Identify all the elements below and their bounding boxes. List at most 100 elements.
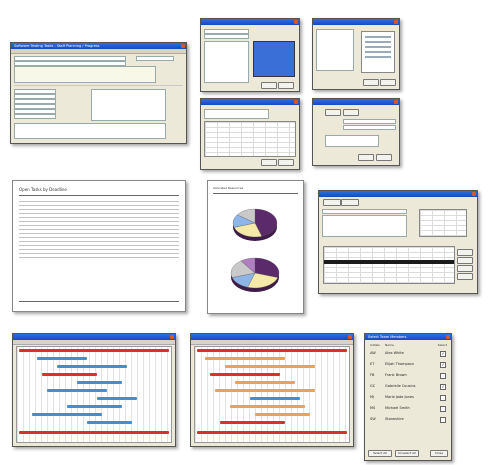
effort-field[interactable] (14, 114, 56, 119)
roles-grid[interactable] (419, 209, 467, 237)
gantt-bar[interactable] (220, 421, 285, 424)
close-button[interactable] (457, 273, 473, 280)
cancel-button[interactable] (376, 154, 392, 161)
assignment-table[interactable] (91, 89, 166, 121)
gantt-bar[interactable] (210, 373, 280, 376)
member-select-checkbox[interactable] (440, 417, 446, 423)
add-button[interactable] (457, 249, 473, 256)
option-field[interactable] (204, 34, 249, 39)
gantt-bar[interactable] (19, 349, 169, 352)
ok-button[interactable] (261, 159, 277, 166)
member-select-checkbox[interactable]: ✓ (440, 362, 446, 368)
gantt-bar[interactable] (97, 397, 137, 400)
team-member-row[interactable]: MS Michael Smith (369, 405, 447, 412)
gantt-chart-thumbnail-2[interactable] (190, 333, 354, 447)
gantt-bar[interactable] (235, 381, 295, 384)
member-select-checkbox[interactable] (440, 406, 446, 412)
close-button[interactable]: Close (430, 450, 448, 457)
options-dialog-thumbnail[interactable] (312, 98, 400, 166)
members-list[interactable] (322, 215, 407, 237)
settings-dialog-thumbnail[interactable] (200, 18, 300, 92)
member-select-checkbox[interactable]: ✓ (440, 384, 446, 390)
group-field[interactable] (322, 209, 407, 214)
ok-button[interactable] (261, 82, 277, 89)
close-icon[interactable] (394, 100, 398, 104)
tab-button[interactable] (343, 109, 359, 116)
gantt-bar[interactable] (19, 431, 169, 434)
task-grid[interactable] (204, 121, 296, 157)
description-field[interactable] (14, 66, 156, 83)
gantt-bar[interactable] (87, 421, 132, 424)
tab-button[interactable] (325, 109, 341, 116)
close-icon[interactable] (394, 20, 398, 24)
gantt-bar[interactable] (47, 389, 107, 392)
gantt-bar[interactable] (255, 413, 310, 416)
delete-button[interactable] (457, 265, 473, 272)
select-all-button[interactable]: Select All (368, 450, 392, 457)
selected-row[interactable] (324, 260, 454, 264)
gantt-area[interactable] (194, 346, 350, 443)
close-icon[interactable] (472, 192, 476, 196)
team-member-row[interactable]: AW Alex White ✓ (369, 350, 447, 357)
close-icon[interactable] (446, 335, 450, 339)
gantt-bar[interactable] (57, 365, 127, 368)
close-icon[interactable] (181, 44, 185, 48)
gantt-bar[interactable] (205, 357, 285, 360)
category-field[interactable] (136, 56, 174, 61)
gantt-bar[interactable] (77, 381, 122, 384)
option-field[interactable] (343, 119, 396, 124)
field-list[interactable] (316, 29, 354, 71)
filter-dialog-thumbnail[interactable] (312, 18, 400, 90)
gantt-bar[interactable] (37, 357, 87, 360)
close-icon[interactable] (294, 20, 298, 24)
close-icon[interactable] (348, 335, 352, 339)
gantt-bar[interactable] (225, 365, 315, 368)
gantt-bar[interactable] (67, 405, 122, 408)
gantt-bar[interactable] (215, 389, 315, 392)
team-member-row[interactable]: ET Elijah Thompson ✓ (369, 361, 447, 368)
cancel-button[interactable] (380, 79, 396, 86)
report-open-tasks-thumbnail[interactable]: Open Tasks by Deadline (12, 180, 186, 312)
ok-button[interactable] (363, 79, 379, 86)
gantt-bar[interactable] (197, 349, 347, 352)
member-name: Michael Smith (385, 406, 410, 410)
unselect-all-button[interactable]: Unselect All (395, 450, 419, 457)
gantt-bar[interactable] (42, 373, 97, 376)
team-member-row[interactable]: MJ Marie Jade Jones (369, 394, 447, 401)
cancel-button[interactable] (278, 82, 294, 89)
task-list-dialog-thumbnail[interactable] (200, 98, 300, 170)
gantt-chart-thumbnail-1[interactable] (12, 333, 176, 447)
notes-field[interactable] (14, 123, 166, 139)
report-allocated-resources-thumbnail[interactable]: Allocated Resources (207, 180, 304, 314)
selected-list[interactable] (361, 31, 395, 73)
gantt-bar[interactable] (197, 431, 347, 434)
filter-panel[interactable] (204, 109, 269, 119)
dialog-title-bar (313, 19, 399, 25)
cancel-button[interactable] (278, 159, 294, 166)
tab-button[interactable] (323, 199, 341, 206)
option-field[interactable] (343, 125, 396, 130)
select-dialog-title-bar: Select Team Members (365, 334, 451, 340)
select-team-members-dialog[interactable]: Select Team Members Initials Name Select… (364, 333, 452, 461)
gantt-bar[interactable] (250, 397, 300, 400)
ok-button[interactable] (358, 154, 374, 161)
gantt-bar[interactable] (32, 413, 102, 416)
team-member-row[interactable]: GC Gabrielle Cousins ✓ (369, 383, 447, 390)
options-list[interactable] (204, 41, 249, 83)
gantt-bar[interactable] (230, 405, 305, 408)
gantt-area[interactable] (16, 346, 172, 443)
member-initials: GC (370, 384, 376, 388)
edit-button[interactable] (457, 257, 473, 264)
member-select-checkbox[interactable] (440, 395, 446, 401)
assignment-grid[interactable] (323, 246, 455, 284)
tab-button[interactable] (341, 199, 359, 206)
team-member-row[interactable]: FB Frank Brown (369, 372, 447, 379)
team-member-row[interactable]: SW Stoneshire (369, 416, 447, 423)
main-form-window-thumbnail[interactable]: Software Testing Tasks - Staff Planning … (10, 42, 187, 144)
member-select-checkbox[interactable] (440, 373, 446, 379)
close-icon[interactable] (170, 335, 174, 339)
member-select-checkbox[interactable]: ✓ (440, 351, 446, 357)
team-members-dialog-thumbnail[interactable] (318, 190, 478, 294)
close-icon[interactable] (294, 100, 298, 104)
option-group[interactable] (325, 135, 379, 147)
